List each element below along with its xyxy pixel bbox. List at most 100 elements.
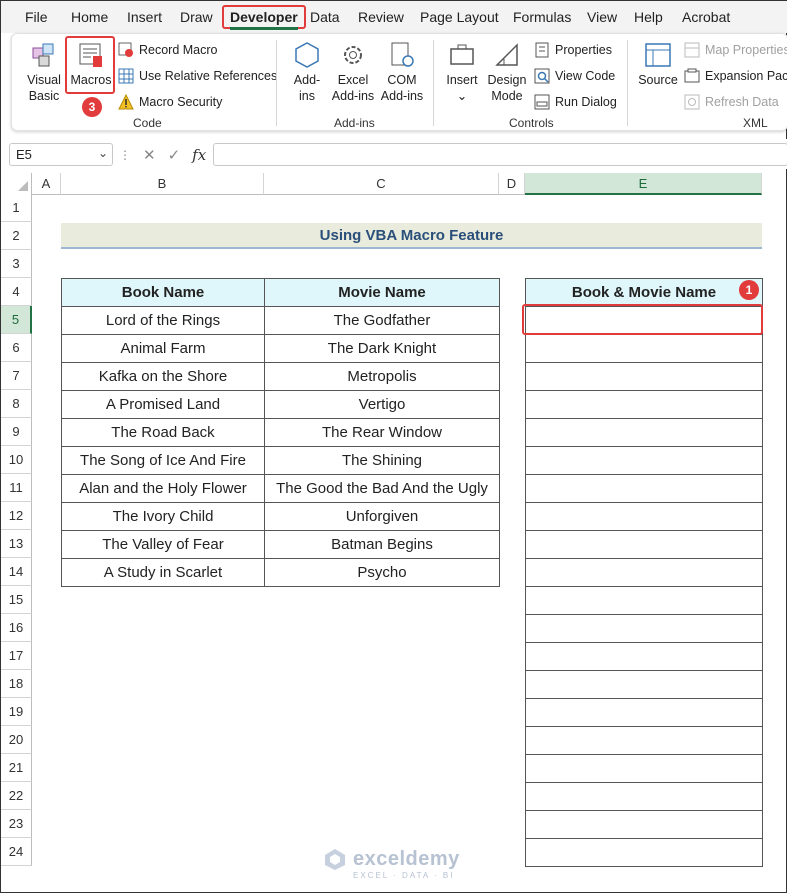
row-header-23[interactable]: 23 (1, 810, 32, 838)
row-header-10[interactable]: 10 (1, 446, 32, 474)
book-movie-name-cell[interactable] (525, 838, 763, 867)
movie-name-header[interactable]: Movie Name (264, 278, 500, 307)
movie-name-cell[interactable]: The Good the Bad And the Ugly (264, 474, 500, 503)
row-header-5[interactable]: 5 (1, 306, 32, 334)
book-movie-name-cell[interactable] (525, 390, 763, 419)
tab-review[interactable]: Review (358, 9, 404, 25)
book-name-cell[interactable]: Lord of the Rings (61, 306, 265, 335)
row-header-7[interactable]: 7 (1, 362, 32, 390)
movie-name-cell[interactable]: The Dark Knight (264, 334, 500, 363)
book-movie-name-cell[interactable] (525, 530, 763, 559)
use-relative-references-button[interactable]: Use Relative References (118, 68, 277, 84)
row-header-14[interactable]: 14 (1, 558, 32, 586)
book-movie-name-cell[interactable] (525, 474, 763, 503)
row-header-16[interactable]: 16 (1, 614, 32, 642)
book-movie-name-cell[interactable] (525, 670, 763, 699)
book-name-cell[interactable]: A Study in Scarlet (61, 558, 265, 587)
movie-name-cell[interactable]: The Rear Window (264, 418, 500, 447)
view-code-button[interactable]: View Code (534, 68, 615, 84)
movie-name-cell[interactable]: Batman Begins (264, 530, 500, 559)
book-movie-name-cell[interactable] (525, 502, 763, 531)
movie-name-cell[interactable]: Unforgiven (264, 502, 500, 531)
movie-name-cell[interactable]: Metropolis (264, 362, 500, 391)
book-movie-name-cell[interactable] (525, 726, 763, 755)
row-header-24[interactable]: 24 (1, 838, 32, 866)
row-header-4[interactable]: 4 (1, 278, 32, 306)
sheet-title[interactable]: Using VBA Macro Feature (61, 223, 762, 249)
cancel-icon[interactable]: ✕ (143, 146, 156, 164)
book-name-cell[interactable]: Animal Farm (61, 334, 265, 363)
movie-name-cell[interactable]: Vertigo (264, 390, 500, 419)
excel-add-ins-button[interactable]: Excel Add-ins (330, 40, 376, 104)
row-header-21[interactable]: 21 (1, 754, 32, 782)
row-header-17[interactable]: 17 (1, 642, 32, 670)
book-name-cell[interactable]: Kafka on the Shore (61, 362, 265, 391)
tab-formulas[interactable]: Formulas (513, 9, 571, 25)
tab-file[interactable]: File (25, 9, 48, 25)
row-header-13[interactable]: 13 (1, 530, 32, 558)
row-header-3[interactable]: 3 (1, 250, 32, 278)
row-header-11[interactable]: 11 (1, 474, 32, 502)
record-macro-button[interactable]: Record Macro (118, 42, 218, 58)
tab-view[interactable]: View (587, 9, 617, 25)
column-header-d[interactable]: D (499, 173, 525, 195)
insert-control-button[interactable]: Insert ⌄ (442, 40, 482, 104)
book-movie-name-cell[interactable] (525, 418, 763, 447)
book-movie-name-cell[interactable] (525, 558, 763, 587)
tab-developer[interactable]: Developer (222, 5, 306, 30)
enter-icon[interactable]: ✓ (168, 146, 181, 164)
book-movie-name-cell[interactable] (525, 698, 763, 727)
book-name-cell[interactable]: The Road Back (61, 418, 265, 447)
book-name-cell[interactable]: A Promised Land (61, 390, 265, 419)
tab-home[interactable]: Home (71, 9, 108, 25)
book-name-cell[interactable]: The Ivory Child (61, 502, 265, 531)
column-header-a[interactable]: A (32, 173, 61, 195)
row-header-15[interactable]: 15 (1, 586, 32, 614)
tab-help[interactable]: Help (634, 9, 663, 25)
book-movie-name-cell[interactable] (525, 362, 763, 391)
tab-insert[interactable]: Insert (127, 9, 162, 25)
select-all-button[interactable] (1, 173, 32, 195)
com-add-ins-button[interactable]: COM Add-ins (378, 40, 426, 104)
book-movie-name-cell[interactable] (525, 782, 763, 811)
tab-data[interactable]: Data (310, 9, 340, 25)
tab-draw[interactable]: Draw (180, 9, 213, 25)
column-header-c[interactable]: C (264, 173, 499, 195)
row-header-1[interactable]: 1 (1, 194, 32, 222)
book-movie-name-cell[interactable] (525, 642, 763, 671)
run-dialog-button[interactable]: Run Dialog (534, 94, 617, 110)
book-movie-name-cell[interactable] (525, 334, 763, 363)
insert-function-button[interactable]: fx (192, 146, 206, 164)
row-header-19[interactable]: 19 (1, 698, 32, 726)
macro-security-button[interactable]: Macro Security (118, 94, 222, 110)
refresh-data-button[interactable]: Refresh Data (684, 94, 779, 110)
column-header-b[interactable]: B (61, 173, 264, 195)
add-ins-button[interactable]: Add- ins (287, 40, 327, 104)
name-box[interactable]: E5 ⌄ (9, 143, 113, 166)
selected-cell-e5[interactable] (522, 304, 763, 335)
row-header-9[interactable]: 9 (1, 418, 32, 446)
design-mode-button[interactable]: Design Mode (486, 40, 528, 104)
book-movie-name-cell[interactable] (525, 754, 763, 783)
row-header-18[interactable]: 18 (1, 670, 32, 698)
movie-name-cell[interactable]: The Godfather (264, 306, 500, 335)
row-header-12[interactable]: 12 (1, 502, 32, 530)
map-properties-button[interactable]: Map Properties (684, 42, 787, 58)
chevron-down-icon[interactable]: ⌄ (98, 146, 108, 160)
book-name-header[interactable]: Book Name (61, 278, 265, 307)
more-options-icon[interactable]: ⋮ (119, 148, 131, 162)
book-name-cell[interactable]: The Song of Ice And Fire (61, 446, 265, 475)
column-header-e[interactable]: E (525, 173, 762, 195)
book-movie-name-cell[interactable] (525, 586, 763, 615)
book-name-cell[interactable]: Alan and the Holy Flower (61, 474, 265, 503)
row-header-8[interactable]: 8 (1, 390, 32, 418)
movie-name-cell[interactable]: The Shining (264, 446, 500, 475)
book-movie-name-cell[interactable] (525, 446, 763, 475)
row-header-2[interactable]: 2 (1, 222, 32, 250)
tab-acrobat[interactable]: Acrobat (682, 9, 730, 25)
book-name-cell[interactable]: The Valley of Fear (61, 530, 265, 559)
movie-name-cell[interactable]: Psycho (264, 558, 500, 587)
properties-button[interactable]: Properties (534, 42, 612, 58)
visual-basic-button[interactable]: Visual Basic (24, 40, 64, 104)
xml-source-button[interactable]: Source (636, 40, 680, 88)
